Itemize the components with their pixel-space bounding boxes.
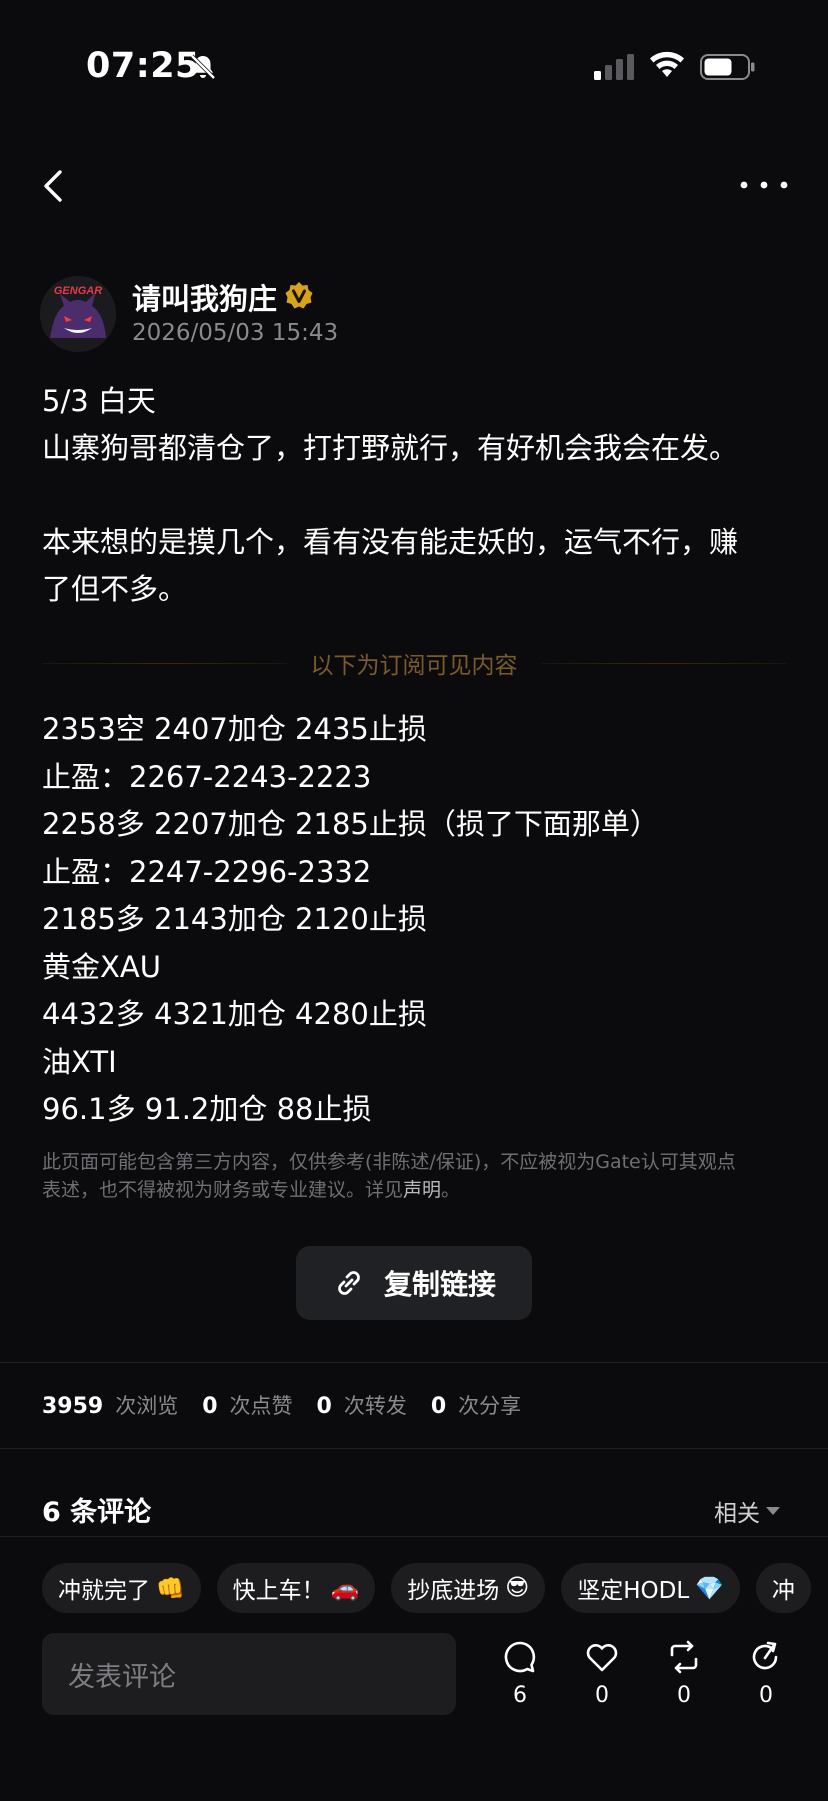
views-count: 3959 — [42, 1394, 104, 1419]
trade-line: 止盈：2247-2296-2332 — [42, 854, 372, 889]
trade-line: 2353空 2407加仓 2435止损 — [42, 712, 427, 746]
share-action-button[interactable]: 0 — [736, 1639, 796, 1708]
trade-line: 黄金XAU — [42, 949, 161, 984]
fist-emoji-icon: 👊 — [156, 1575, 185, 1602]
trade-line: 96.1多 91.2加仓 88止损 — [42, 1092, 372, 1126]
bell-off-icon — [190, 54, 216, 80]
divider — [0, 1448, 828, 1449]
quick-reply-chip[interactable]: 冲 — [755, 1563, 811, 1613]
share-count: 0 — [759, 1683, 773, 1708]
subscriber-divider-label: 以下为订阅可见内容 — [310, 653, 518, 679]
chip-label: 冲 — [771, 1578, 795, 1604]
cellular-signal-icon — [594, 54, 634, 80]
views-label: 次浏览 — [115, 1394, 179, 1418]
shares-count: 0 — [430, 1394, 447, 1419]
more-options-button[interactable] — [736, 170, 792, 200]
trade-list: 2353空 2407加仓 2435止损 止盈：2267-2243-2223 22… — [42, 706, 802, 1134]
divider — [0, 1362, 828, 1363]
comment-bubble-icon — [504, 1641, 536, 1673]
repost-action-button[interactable]: 0 — [654, 1639, 714, 1708]
post-line: 5/3 白天 — [42, 384, 156, 418]
trade-line: 4432多 4321加仓 4280止损 — [42, 997, 427, 1031]
subscriber-content-divider: 以下为订阅可见内容 — [42, 648, 786, 679]
wifi-icon — [650, 51, 684, 77]
disclaimer-line: 表述，也不得被视为财务或专业建议。详见 — [42, 1179, 404, 1201]
trade-line: 2185多 2143加仓 2120止损 — [42, 902, 427, 936]
sunglasses-emoji-icon: 😎 — [505, 1575, 530, 1601]
comment-sort-dropdown[interactable]: 相关 — [714, 1494, 780, 1528]
reposts-count: 0 — [316, 1394, 332, 1419]
disclaimer: 此页面可能包含第三方内容，仅供参考(非陈述/保证)，不应被视为Gate认可其观点… — [42, 1148, 792, 1204]
like-action-button[interactable]: 0 — [572, 1639, 632, 1708]
trade-line: 2258多 2207加仓 2185止损（损了下面那单） — [42, 807, 659, 841]
status-time: 07:25 — [86, 46, 200, 86]
quick-reply-chip[interactable]: 快上车！ 🚗 — [216, 1563, 376, 1613]
disclaimer-link[interactable]: 声明 — [403, 1179, 441, 1201]
copy-link-button[interactable]: 复制链接 — [296, 1246, 532, 1320]
quick-reply-chip[interactable]: 抄底进场 😎 — [391, 1563, 546, 1613]
status-bar: 07:25 — [0, 0, 828, 140]
likes-count: 0 — [202, 1394, 218, 1419]
comment-action-button[interactable]: 6 — [490, 1639, 550, 1708]
quick-reply-chips: 冲就完了 👊 快上车！ 🚗 抄底进场 😎 坚定HODL 💎 冲 — [42, 1563, 811, 1613]
chip-label: 冲就完了 — [58, 1578, 150, 1604]
comments-title: 6 条评论 — [42, 1497, 152, 1528]
trade-line: 油XTI — [42, 1044, 117, 1079]
heart-icon — [586, 1644, 618, 1672]
post-body: 5/3 白天 山寨狗哥都清仓了，打打野就行，有好机会我会在发。 本来想的是摸几个… — [42, 378, 792, 613]
avatar[interactable]: GENGAR — [40, 276, 116, 352]
likes-label: 次点赞 — [229, 1394, 293, 1418]
verified-badge-icon — [285, 282, 313, 309]
bottom-comment-bar: 冲就完了 👊 快上车！ 🚗 抄底进场 😎 坚定HODL 💎 冲 发表评论 6 0 — [0, 1536, 828, 1801]
chip-label: 坚定HODL — [577, 1578, 690, 1604]
author-name[interactable]: 请叫我狗庄 — [132, 276, 277, 318]
comment-input[interactable]: 发表评论 — [42, 1633, 456, 1715]
chip-label: 抄底进场 — [407, 1578, 500, 1604]
repost-count: 0 — [677, 1683, 691, 1708]
disclaimer-line: 此页面可能包含第三方内容，仅供参考(非陈述/保证)，不应被视为Gate认可其观点 — [42, 1151, 736, 1173]
post-line: 山寨狗哥都清仓了，打打野就行，有好机会我会在发。 — [42, 431, 739, 465]
copy-link-label: 复制链接 — [383, 1268, 496, 1301]
quick-reply-chip[interactable]: 冲就完了 👊 — [42, 1563, 201, 1613]
quick-reply-chip[interactable]: 坚定HODL 💎 — [561, 1563, 740, 1613]
diamond-emoji-icon: 💎 — [695, 1575, 724, 1602]
disclaimer-end: 。 — [441, 1179, 461, 1201]
avatar-logo-text: GENGAR — [54, 285, 102, 297]
car-emoji-icon: 🚗 — [330, 1575, 360, 1602]
post-stats: 3959 次浏览 0 次点赞 0 次转发 0 次分享 — [42, 1390, 545, 1420]
repost-icon — [670, 1640, 698, 1674]
reposts-label: 次转发 — [343, 1394, 407, 1418]
post-line: 本来想的是摸几个，看有没有能走妖的，运气不行，赚 — [42, 525, 739, 559]
link-icon — [338, 1271, 360, 1295]
trade-line: 止盈：2267-2243-2223 — [42, 759, 372, 794]
sort-label: 相关 — [714, 1501, 760, 1527]
like-count: 0 — [595, 1683, 609, 1708]
post-timestamp: 2026/05/03 15:43 — [132, 320, 339, 346]
back-button[interactable] — [36, 164, 72, 208]
shares-label: 次分享 — [458, 1394, 522, 1418]
comment-count: 6 — [513, 1683, 527, 1708]
caret-down-icon — [766, 1507, 780, 1515]
post-line: 了但不多。 — [42, 572, 188, 606]
battery-icon — [700, 54, 755, 80]
gengar-avatar-image: GENGAR — [40, 276, 116, 352]
chip-label: 快上车！ — [232, 1578, 325, 1604]
share-icon — [752, 1641, 778, 1670]
